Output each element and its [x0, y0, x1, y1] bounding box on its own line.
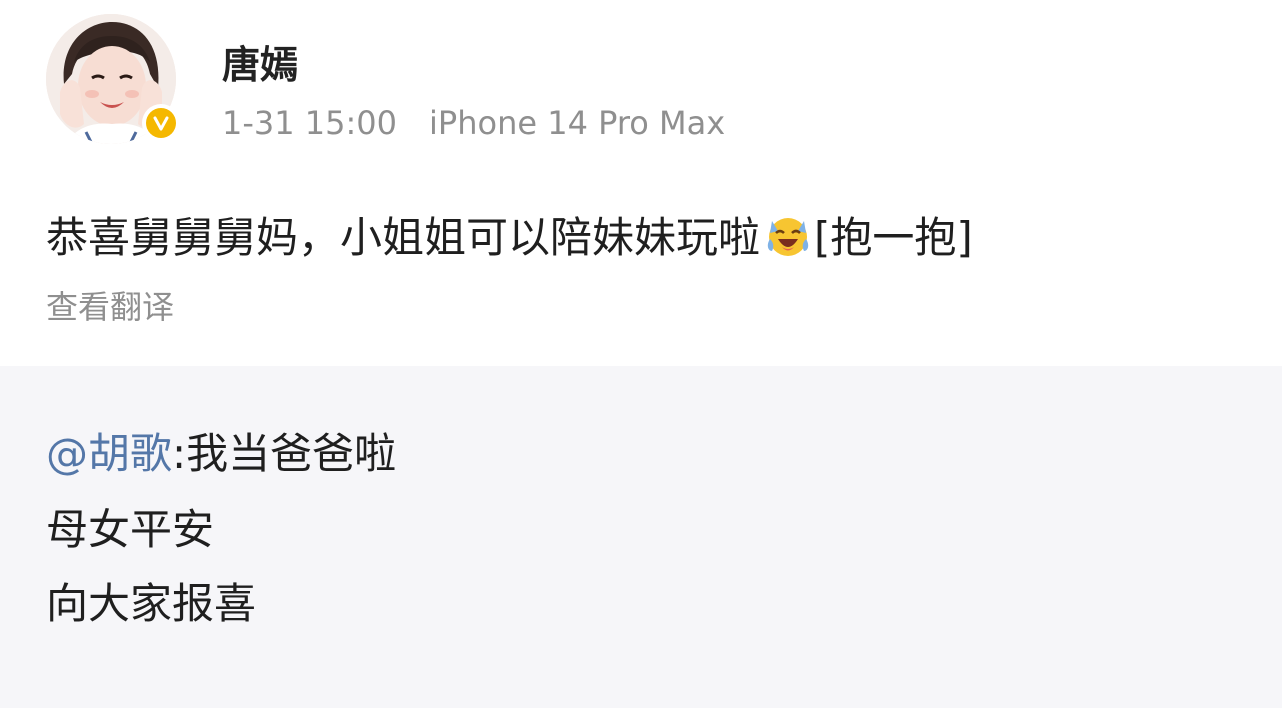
repost-line-3: 向大家报喜	[46, 579, 257, 628]
reposted-content[interactable]: @胡歌:我当爸爸啦 母女平安 向大家报喜	[0, 366, 1282, 708]
post-text: 恭喜舅舅舅妈，小姐姐可以陪妹妹玩啦	[46, 213, 761, 262]
post-header: 唐嫣 1-31 15:00 iPhone 14 Pro Max	[0, 0, 1282, 160]
post-meta: 1-31 15:00 iPhone 14 Pro Max	[222, 104, 725, 142]
verified-badge	[142, 104, 180, 142]
weibo-post: 唐嫣 1-31 15:00 iPhone 14 Pro Max 恭喜舅舅舅妈，小姐…	[0, 0, 1282, 708]
repost-text: :我当爸爸啦	[172, 429, 397, 478]
laughing-crying-emoji-icon	[764, 211, 812, 259]
post-timestamp: 1-31 15:00	[222, 104, 398, 142]
verified-check-icon	[146, 108, 176, 138]
post-content: 恭喜舅舅舅妈，小姐姐可以陪妹妹玩啦 [抱一抱]	[46, 204, 973, 265]
translate-link[interactable]: 查看翻译	[46, 282, 174, 328]
post-source: iPhone 14 Pro Max	[429, 104, 726, 142]
repost-line-1: @胡歌:我当爸爸啦	[46, 420, 396, 481]
hug-emoticon-text: [抱一抱]	[814, 213, 973, 262]
mention-link[interactable]: @胡歌	[46, 429, 172, 478]
username[interactable]: 唐嫣	[222, 34, 298, 89]
repost-line-2: 母女平安	[46, 505, 215, 554]
